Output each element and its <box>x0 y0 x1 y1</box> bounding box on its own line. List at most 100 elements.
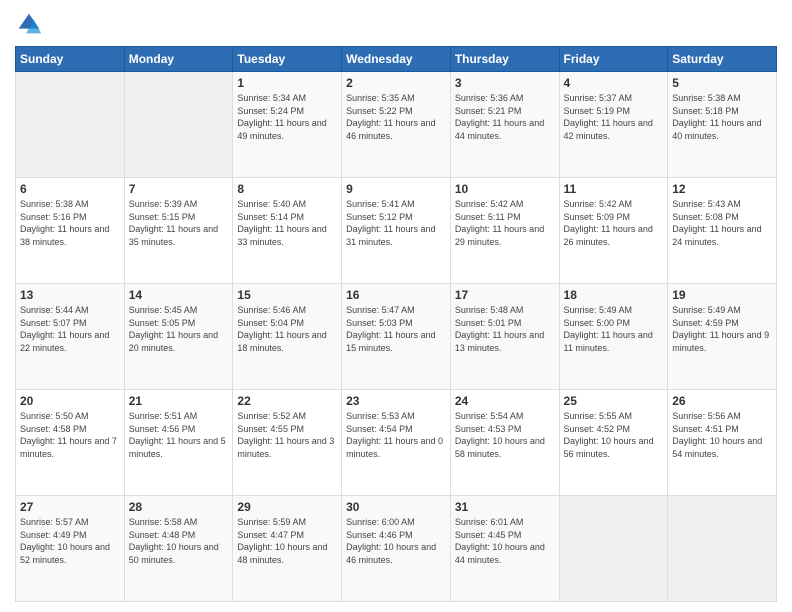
calendar-cell: 13 Sunrise: 5:44 AM Sunset: 5:07 PM Dayli… <box>16 284 125 390</box>
day-number: 19 <box>672 288 772 302</box>
cell-content: Sunrise: 5:41 AM Sunset: 5:12 PM Dayligh… <box>346 198 446 248</box>
day-number: 13 <box>20 288 120 302</box>
header <box>15 10 777 38</box>
day-number: 24 <box>455 394 555 408</box>
calendar-cell <box>124 72 233 178</box>
cell-content: Sunrise: 5:36 AM Sunset: 5:21 PM Dayligh… <box>455 92 555 142</box>
cell-content: Sunrise: 5:50 AM Sunset: 4:58 PM Dayligh… <box>20 410 120 460</box>
day-number: 2 <box>346 76 446 90</box>
day-header-tuesday: Tuesday <box>233 47 342 72</box>
calendar-cell: 2 Sunrise: 5:35 AM Sunset: 5:22 PM Daylig… <box>342 72 451 178</box>
day-number: 29 <box>237 500 337 514</box>
cell-content: Sunrise: 5:38 AM Sunset: 5:18 PM Dayligh… <box>672 92 772 142</box>
calendar-cell: 24Sunrise: 5:54 AM Sunset: 4:53 PM Dayli… <box>450 390 559 496</box>
cell-content: Sunrise: 5:58 AM Sunset: 4:48 PM Dayligh… <box>129 516 229 566</box>
calendar-cell: 22 Sunrise: 5:52 AM Sunset: 4:55 PM Dayli… <box>233 390 342 496</box>
day-number: 10 <box>455 182 555 196</box>
cell-content: Sunrise: 5:46 AM Sunset: 5:04 PM Dayligh… <box>237 304 337 354</box>
calendar-cell: 12 Sunrise: 5:43 AM Sunset: 5:08 PM Dayli… <box>668 178 777 284</box>
cell-content: Sunrise: 5:51 AM Sunset: 4:56 PM Dayligh… <box>129 410 229 460</box>
day-number: 6 <box>20 182 120 196</box>
cell-content: Sunrise: 5:57 AM Sunset: 4:49 PM Dayligh… <box>20 516 120 566</box>
day-header-saturday: Saturday <box>668 47 777 72</box>
day-number: 28 <box>129 500 229 514</box>
cell-content: Sunrise: 5:40 AM Sunset: 5:14 PM Dayligh… <box>237 198 337 248</box>
calendar-cell: 11Sunrise: 5:42 AM Sunset: 5:09 PM Dayli… <box>559 178 668 284</box>
cell-content: Sunrise: 6:00 AM Sunset: 4:46 PM Dayligh… <box>346 516 446 566</box>
calendar-cell: 31 Sunrise: 6:01 AM Sunset: 4:45 PM Dayli… <box>450 496 559 602</box>
cell-content: Sunrise: 5:48 AM Sunset: 5:01 PM Dayligh… <box>455 304 555 354</box>
cell-content: Sunrise: 5:49 AM Sunset: 5:00 PM Dayligh… <box>564 304 664 354</box>
day-number: 15 <box>237 288 337 302</box>
cell-content: Sunrise: 5:35 AM Sunset: 5:22 PM Dayligh… <box>346 92 446 142</box>
day-number: 27 <box>20 500 120 514</box>
calendar-cell: 10Sunrise: 5:42 AM Sunset: 5:11 PM Dayli… <box>450 178 559 284</box>
cell-content: Sunrise: 5:55 AM Sunset: 4:52 PM Dayligh… <box>564 410 664 460</box>
logo-icon <box>15 10 43 38</box>
day-header-thursday: Thursday <box>450 47 559 72</box>
cell-content: Sunrise: 5:44 AM Sunset: 5:07 PM Dayligh… <box>20 304 120 354</box>
cell-content: Sunrise: 5:38 AM Sunset: 5:16 PM Dayligh… <box>20 198 120 248</box>
calendar-cell: 1Sunrise: 5:34 AM Sunset: 5:24 PM Daylig… <box>233 72 342 178</box>
week-row-1: 6 Sunrise: 5:38 AM Sunset: 5:16 PM Daylig… <box>16 178 777 284</box>
week-row-3: 20 Sunrise: 5:50 AM Sunset: 4:58 PM Dayli… <box>16 390 777 496</box>
calendar-cell: 17 Sunrise: 5:48 AM Sunset: 5:01 PM Dayli… <box>450 284 559 390</box>
cell-content: Sunrise: 6:01 AM Sunset: 4:45 PM Dayligh… <box>455 516 555 566</box>
day-header-wednesday: Wednesday <box>342 47 451 72</box>
calendar-cell: 19Sunrise: 5:49 AM Sunset: 4:59 PM Dayli… <box>668 284 777 390</box>
cell-content: Sunrise: 5:59 AM Sunset: 4:47 PM Dayligh… <box>237 516 337 566</box>
calendar-cell: 7 Sunrise: 5:39 AM Sunset: 5:15 PM Daylig… <box>124 178 233 284</box>
day-number: 23 <box>346 394 446 408</box>
calendar-cell <box>16 72 125 178</box>
day-number: 4 <box>564 76 664 90</box>
day-number: 1 <box>237 76 337 90</box>
week-row-2: 13 Sunrise: 5:44 AM Sunset: 5:07 PM Dayli… <box>16 284 777 390</box>
logo <box>15 10 47 38</box>
day-number: 11 <box>564 182 664 196</box>
day-number: 12 <box>672 182 772 196</box>
cell-content: Sunrise: 5:37 AM Sunset: 5:19 PM Dayligh… <box>564 92 664 142</box>
day-number: 21 <box>129 394 229 408</box>
cell-content: Sunrise: 5:43 AM Sunset: 5:08 PM Dayligh… <box>672 198 772 248</box>
calendar-cell: 26Sunrise: 5:56 AM Sunset: 4:51 PM Dayli… <box>668 390 777 496</box>
day-number: 9 <box>346 182 446 196</box>
day-number: 31 <box>455 500 555 514</box>
calendar-cell: 27 Sunrise: 5:57 AM Sunset: 4:49 PM Dayli… <box>16 496 125 602</box>
calendar-cell: 15 Sunrise: 5:46 AM Sunset: 5:04 PM Dayli… <box>233 284 342 390</box>
cell-content: Sunrise: 5:53 AM Sunset: 4:54 PM Dayligh… <box>346 410 446 460</box>
day-number: 25 <box>564 394 664 408</box>
calendar-cell: 5 Sunrise: 5:38 AM Sunset: 5:18 PM Daylig… <box>668 72 777 178</box>
day-number: 17 <box>455 288 555 302</box>
day-number: 14 <box>129 288 229 302</box>
cell-content: Sunrise: 5:39 AM Sunset: 5:15 PM Dayligh… <box>129 198 229 248</box>
day-number: 18 <box>564 288 664 302</box>
cell-content: Sunrise: 5:45 AM Sunset: 5:05 PM Dayligh… <box>129 304 229 354</box>
calendar-cell: 29 Sunrise: 5:59 AM Sunset: 4:47 PM Dayli… <box>233 496 342 602</box>
day-number: 7 <box>129 182 229 196</box>
day-number: 20 <box>20 394 120 408</box>
day-number: 16 <box>346 288 446 302</box>
calendar-cell: 21 Sunrise: 5:51 AM Sunset: 4:56 PM Dayli… <box>124 390 233 496</box>
calendar-cell: 28 Sunrise: 5:58 AM Sunset: 4:48 PM Dayli… <box>124 496 233 602</box>
day-header-sunday: Sunday <box>16 47 125 72</box>
day-number: 22 <box>237 394 337 408</box>
cell-content: Sunrise: 5:47 AM Sunset: 5:03 PM Dayligh… <box>346 304 446 354</box>
calendar-cell <box>668 496 777 602</box>
cell-content: Sunrise: 5:52 AM Sunset: 4:55 PM Dayligh… <box>237 410 337 460</box>
day-number: 8 <box>237 182 337 196</box>
day-header-friday: Friday <box>559 47 668 72</box>
day-number: 30 <box>346 500 446 514</box>
calendar-cell: 14 Sunrise: 5:45 AM Sunset: 5:05 PM Dayli… <box>124 284 233 390</box>
day-header-monday: Monday <box>124 47 233 72</box>
calendar-header-row: SundayMondayTuesdayWednesdayThursdayFrid… <box>16 47 777 72</box>
calendar-cell: 25 Sunrise: 5:55 AM Sunset: 4:52 PM Dayli… <box>559 390 668 496</box>
calendar-cell <box>559 496 668 602</box>
day-number: 5 <box>672 76 772 90</box>
cell-content: Sunrise: 5:56 AM Sunset: 4:51 PM Dayligh… <box>672 410 772 460</box>
calendar: SundayMondayTuesdayWednesdayThursdayFrid… <box>15 46 777 602</box>
calendar-cell: 8 Sunrise: 5:40 AM Sunset: 5:14 PM Daylig… <box>233 178 342 284</box>
calendar-cell: 18 Sunrise: 5:49 AM Sunset: 5:00 PM Dayli… <box>559 284 668 390</box>
calendar-cell: 6 Sunrise: 5:38 AM Sunset: 5:16 PM Daylig… <box>16 178 125 284</box>
page: SundayMondayTuesdayWednesdayThursdayFrid… <box>0 0 792 612</box>
calendar-cell: 9 Sunrise: 5:41 AM Sunset: 5:12 PM Daylig… <box>342 178 451 284</box>
